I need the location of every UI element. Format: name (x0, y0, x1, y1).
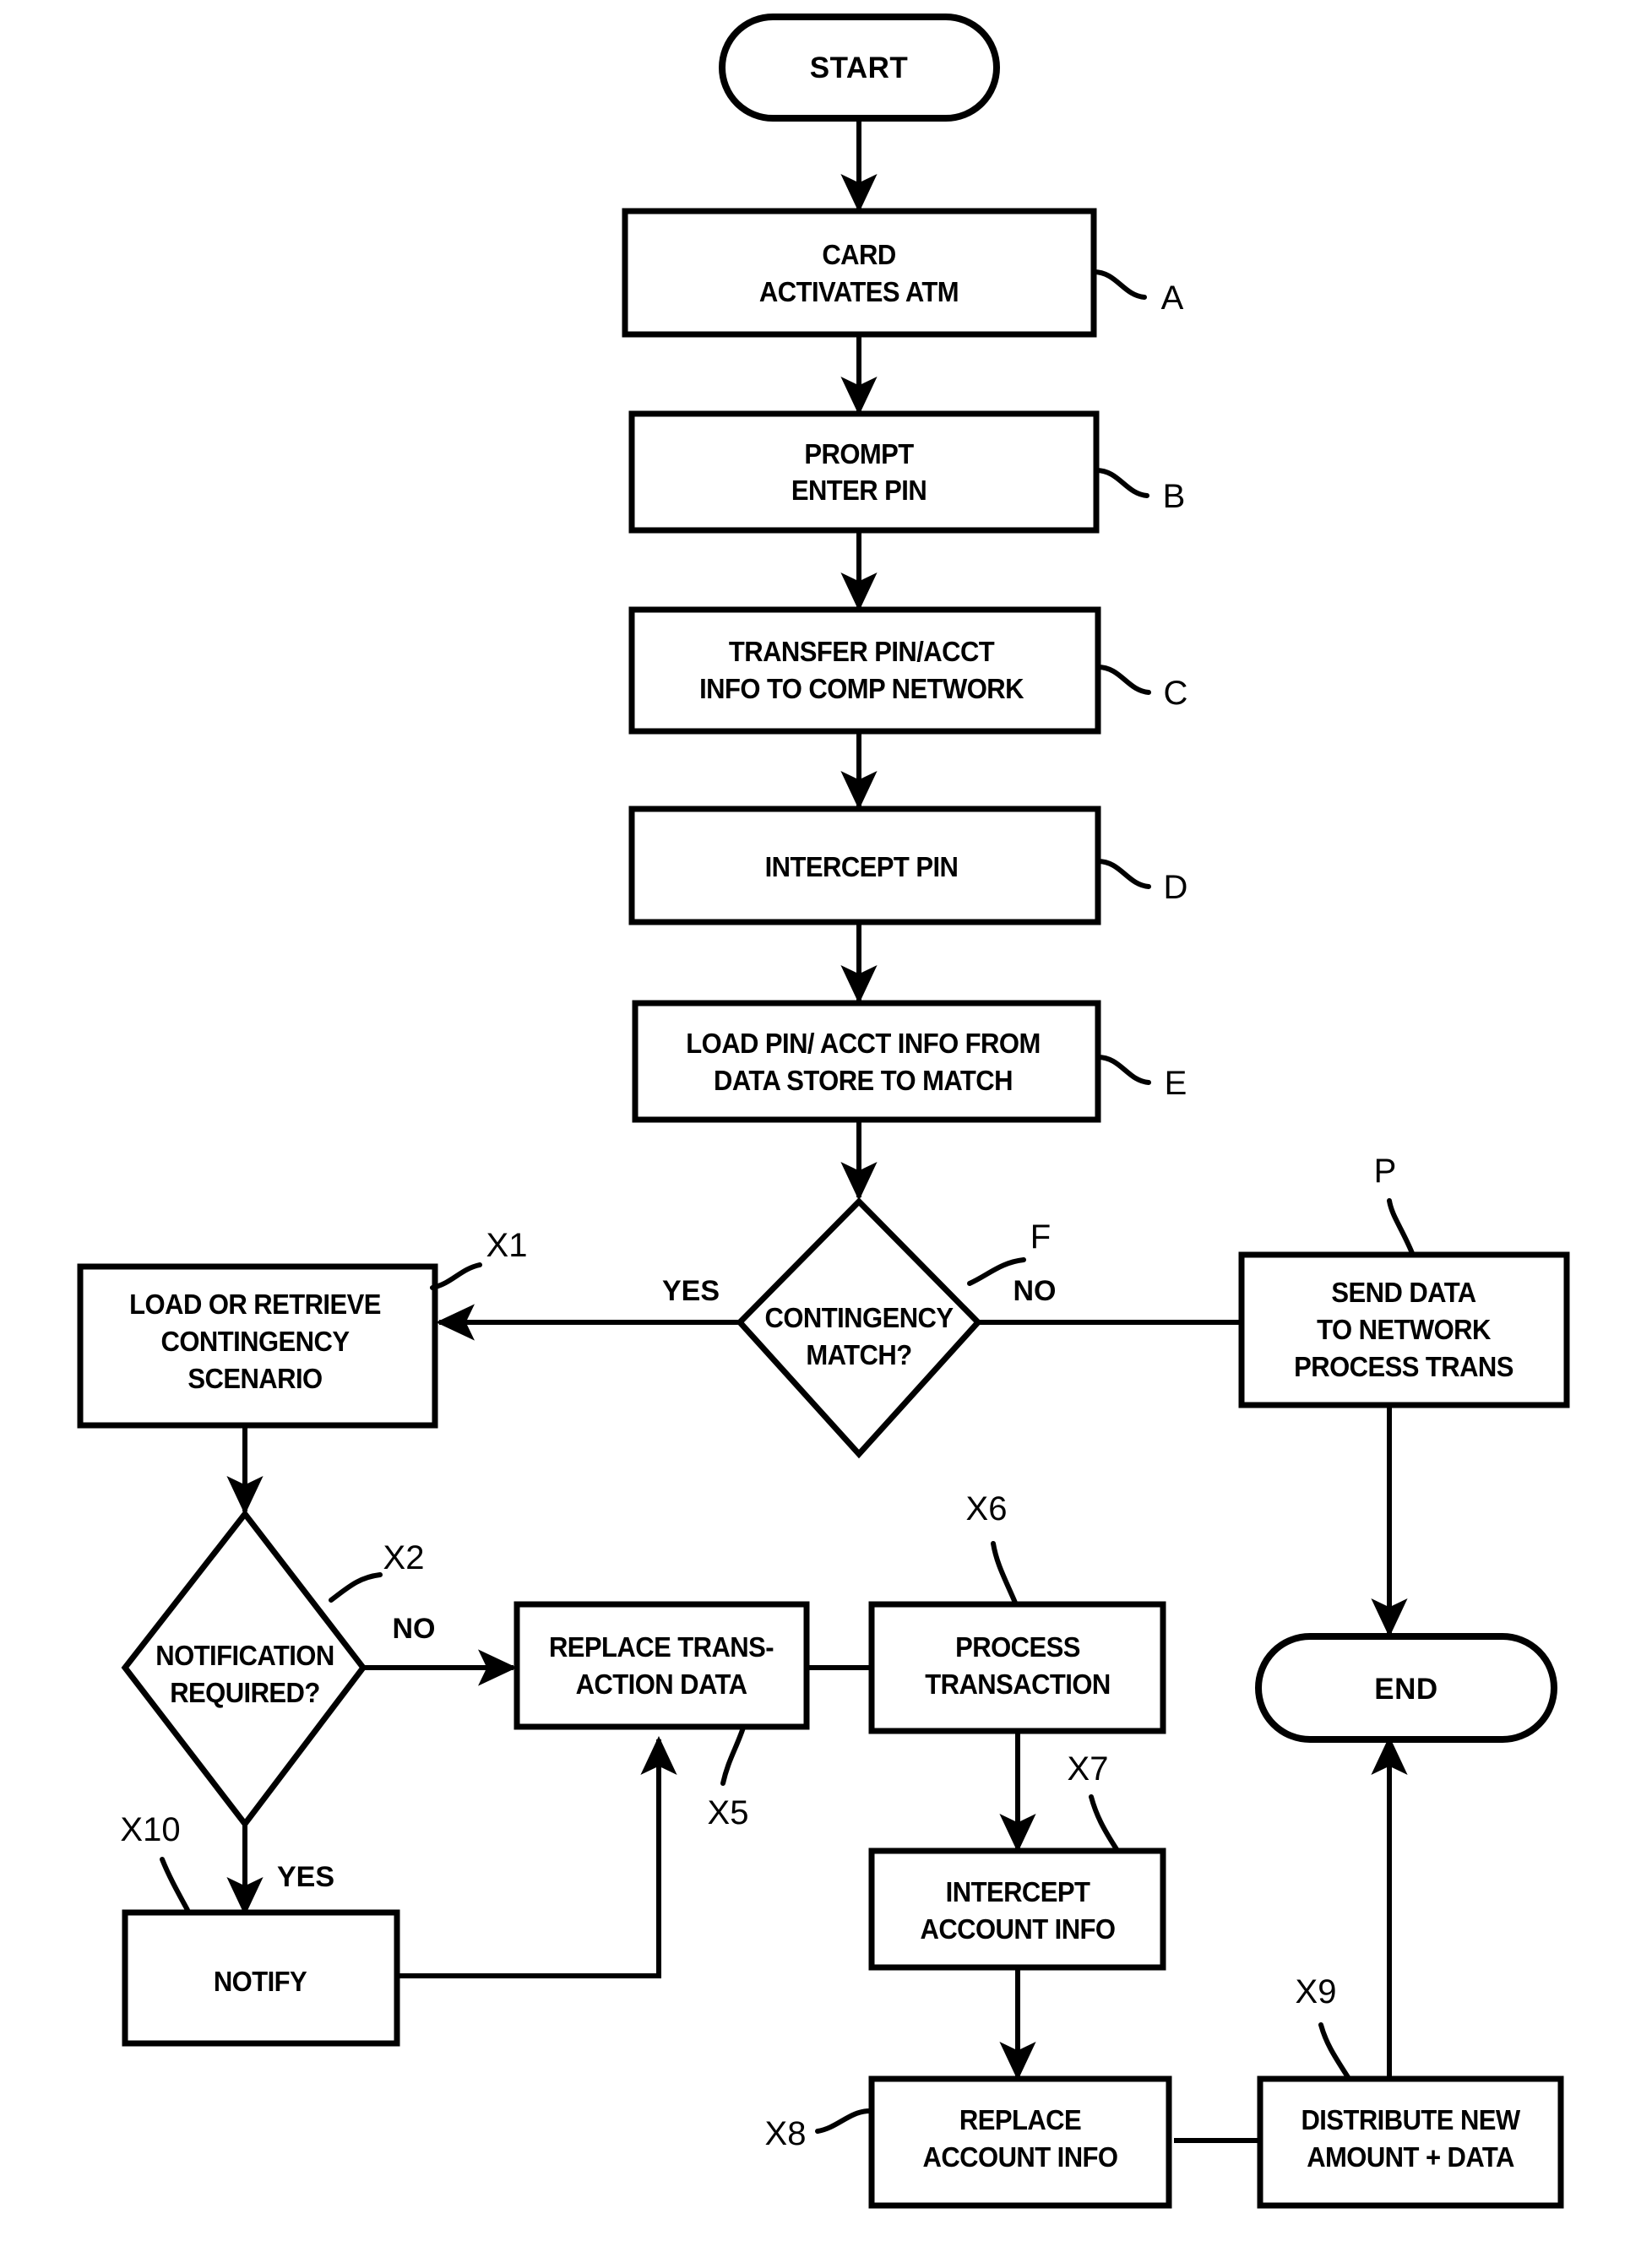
d-ref-label: D (1164, 869, 1188, 906)
node-c: TRANSFER PIN/ACCT INFO TO COMP NETWORK C (628, 606, 1188, 735)
b-label-line2: ENTER PIN (791, 475, 927, 506)
c-ref-label: C (1164, 675, 1188, 712)
start-label: START (810, 52, 909, 84)
e-label-line1: LOAD PIN/ ACCT INFO FROM (686, 1028, 1040, 1059)
x6-label-line1: PROCESS (955, 1631, 1080, 1663)
f-label-line2: MATCH? (806, 1339, 911, 1370)
node-x8: REPLACE ACCOUNT INFO X8 (765, 2075, 1172, 2209)
c-ref-leader (1095, 665, 1151, 695)
e-ref-label: E (1165, 1065, 1187, 1102)
p-ref-label: P (1374, 1153, 1397, 1190)
x5-label-line2: ACTION DATA (576, 1668, 747, 1700)
b-box-shape (628, 410, 1100, 534)
b-label-line1: PROMPT (804, 438, 914, 469)
node-d: INTERCEPT PIN D (628, 806, 1188, 925)
x7-box-shape (868, 1847, 1166, 1971)
x2-branch-no-label: NO (393, 1613, 436, 1645)
x8-ref-leader (815, 2108, 872, 2134)
x9-ref-leader (1318, 2022, 1350, 2080)
node-x10: NOTIFY X10 (120, 1811, 400, 2047)
x10-ref-label: X10 (120, 1811, 180, 1848)
node-f: CONTINGENCY MATCH? F YES NO (662, 1197, 1057, 1459)
node-end: END (1255, 1633, 1557, 1743)
node-x5: REPLACE TRANS- ACTION DATA X5 (514, 1601, 810, 1831)
d-label-line1: INTERCEPT PIN (765, 851, 959, 882)
x5-label-line1: REPLACE TRANS- (549, 1631, 774, 1663)
x6-label-line2: TRANSACTION (925, 1668, 1110, 1700)
x6-box-shape (868, 1601, 1166, 1734)
p-label-line1: SEND DATA (1331, 1277, 1476, 1308)
x2-ref-leader (329, 1572, 383, 1603)
node-a: CARD ACTIVATES ATM A (622, 208, 1184, 338)
x1-label-line1: LOAD OR RETRIEVE (129, 1289, 381, 1320)
e-ref-leader (1095, 1055, 1151, 1085)
x8-ref-label: X8 (765, 2115, 807, 2152)
c-box-shape (628, 606, 1101, 735)
connector-x10-to-x5 (397, 1736, 677, 1978)
x7-ref-leader (1089, 1794, 1119, 1852)
x2-branch-yes-label: YES (277, 1861, 334, 1893)
p-label-line3: PROCESS TRANS (1294, 1351, 1513, 1382)
x1-label-line3: SCENARIO (187, 1363, 322, 1394)
f-ref-label: F (1030, 1218, 1051, 1256)
node-x6: PROCESS TRANSACTION X6 (868, 1490, 1166, 1734)
f-branch-yes-label: YES (662, 1275, 720, 1307)
node-x1: LOAD OR RETRIEVE CONTINGENCY SCENARIO X1 (77, 1227, 528, 1429)
x5-box-shape (514, 1601, 810, 1730)
p-label-line2: TO NETWORK (1317, 1314, 1491, 1345)
end-label: END (1374, 1673, 1437, 1706)
x6-ref-label: X6 (966, 1490, 1008, 1527)
x5-ref-label: X5 (708, 1794, 749, 1831)
c-label-line2: INFO TO COMP NETWORK (699, 673, 1024, 704)
x6-ref-leader (991, 1541, 1018, 1605)
x9-label-line1: DISTRIBUTE NEW (1301, 2104, 1520, 2135)
x10-ref-leader (160, 1857, 190, 1913)
node-x9: DISTRIBUTE NEW AMOUNT + DATA X9 (1257, 1973, 1564, 2209)
node-e: LOAD PIN/ ACCT INFO FROM DATA STORE TO M… (632, 1000, 1187, 1123)
x1-ref-leader (430, 1262, 482, 1290)
a-ref-label: A (1161, 279, 1184, 317)
e-box-shape (632, 1000, 1101, 1123)
x9-label-line2: AMOUNT + DATA (1307, 2141, 1514, 2173)
a-box-shape (622, 208, 1097, 338)
x2-label-line1: NOTIFICATION (155, 1640, 334, 1671)
p-ref-leader (1387, 1198, 1415, 1256)
d-ref-leader (1095, 859, 1151, 889)
c-label-line1: TRANSFER PIN/ACCT (729, 636, 995, 667)
x8-label-line1: REPLACE (959, 2104, 1081, 2135)
node-start: START (719, 14, 1000, 122)
flowchart-canvas: START CARD ACTIVATES ATM A PROMPT ENTER … (0, 0, 1652, 2268)
a-ref-leader (1091, 269, 1147, 300)
x7-ref-label: X7 (1068, 1750, 1109, 1788)
b-ref-label: B (1163, 478, 1186, 515)
x2-ref-label: X2 (383, 1539, 425, 1576)
node-b: PROMPT ENTER PIN B (628, 410, 1186, 534)
f-label-line1: CONTINGENCY (765, 1302, 954, 1333)
x1-ref-label: X1 (486, 1227, 528, 1264)
x7-label-line1: INTERCEPT (946, 1876, 1091, 1907)
x2-label-line2: REQUIRED? (170, 1677, 320, 1708)
e-label-line2: DATA STORE TO MATCH (714, 1065, 1013, 1096)
f-branch-no-label: NO (1013, 1275, 1057, 1307)
x8-label-line2: ACCOUNT INFO (923, 2141, 1118, 2173)
b-ref-leader (1094, 468, 1149, 498)
a-label-line2: ACTIVATES ATM (759, 276, 959, 307)
a-label-line1: CARD (822, 239, 895, 270)
x5-ref-leader (720, 1725, 746, 1786)
x7-label-line2: ACCOUNT INFO (921, 1913, 1116, 1945)
flowchart-svg: START CARD ACTIVATES ATM A PROMPT ENTER … (77, 14, 1570, 2209)
x10-label-line1: NOTIFY (214, 1966, 307, 1997)
x9-ref-label: X9 (1296, 1973, 1337, 2010)
x1-label-line2: CONTINGENCY (161, 1326, 350, 1357)
node-p: SEND DATA TO NETWORK PROCESS TRANS P (1238, 1153, 1570, 1408)
